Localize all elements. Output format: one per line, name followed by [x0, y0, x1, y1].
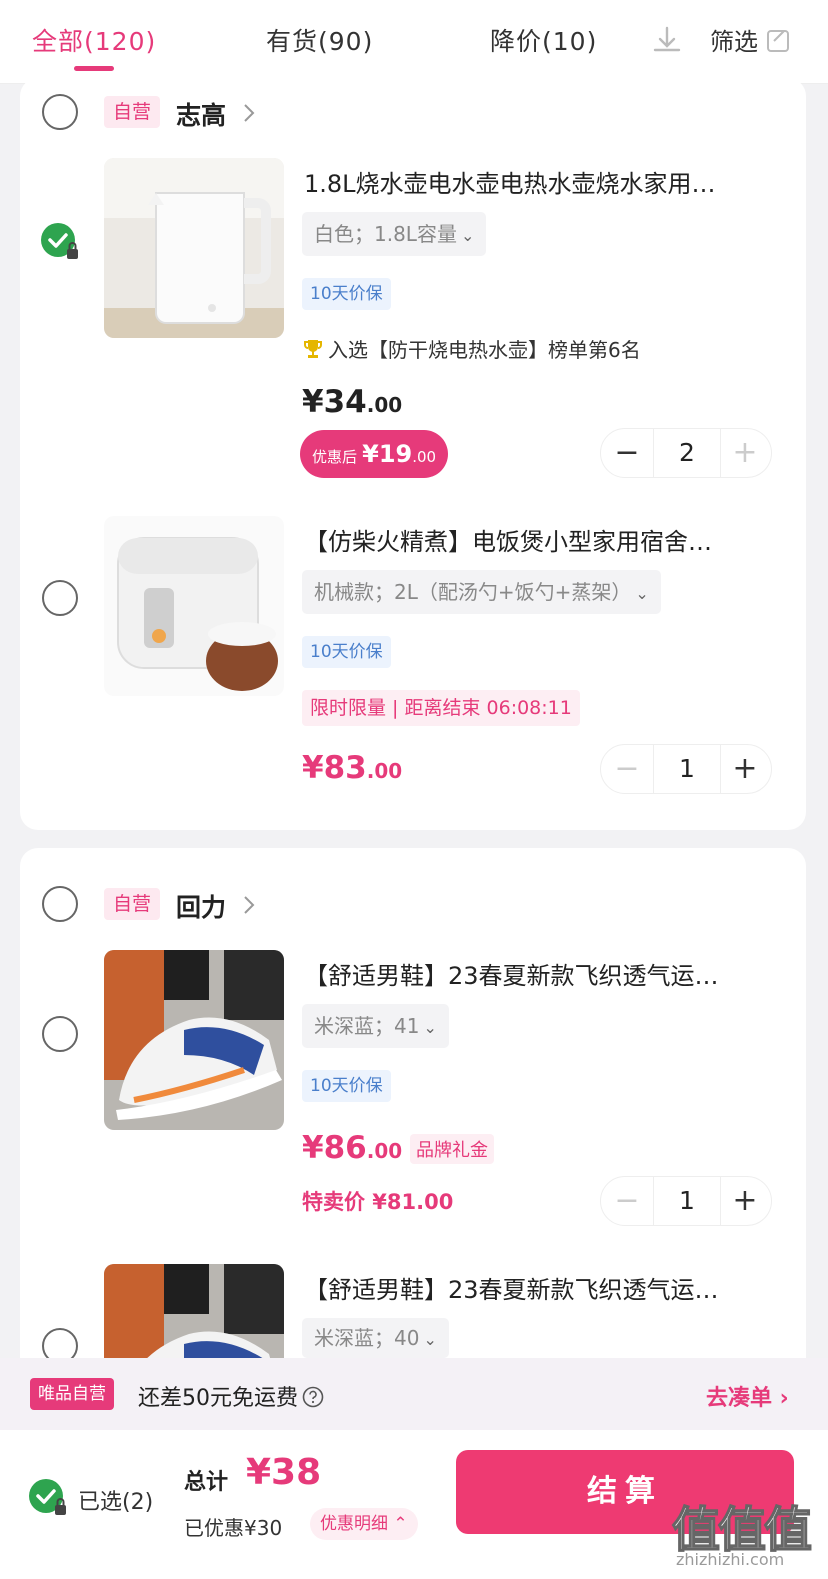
chevron-down-icon: ⌄ — [423, 1018, 437, 1037]
product-title[interactable]: 1.8L烧水壶电水壶电热水壶烧水家用… — [304, 164, 774, 199]
add-more-items-link[interactable]: 去凑单 › — [706, 1380, 789, 1412]
product-title[interactable]: 【舒适男鞋】23春夏新款飞织透气运… — [304, 1270, 774, 1305]
self-operated-tag: 自营 — [104, 96, 161, 128]
tab-in-stock[interactable]: 有货(90) — [266, 22, 373, 58]
quantity-value[interactable]: 2 — [653, 429, 721, 477]
decrease-button[interactable]: − — [601, 1177, 653, 1225]
download-icon[interactable] — [650, 24, 684, 58]
decrease-button[interactable]: − — [601, 429, 653, 477]
quantity-value[interactable]: 1 — [653, 745, 721, 793]
filter-button[interactable]: 筛选 — [650, 20, 820, 64]
spec-text: 白色；1.8L容量 — [314, 222, 457, 246]
self-operated-tag: 自营 — [104, 888, 161, 920]
ranking-text: 入选【防干烧电热水壶】榜单第6名 — [328, 338, 641, 362]
price-guarantee-tag: 10天价保 — [302, 278, 391, 310]
quantity-stepper: − 1 + — [600, 1176, 772, 1226]
chevron-down-icon: ⌄ — [460, 226, 475, 245]
product-image-shoe[interactable] — [104, 950, 284, 1130]
select-all-check-lock-icon[interactable] — [28, 1478, 68, 1518]
product-title[interactable]: 【舒适男鞋】23春夏新款飞织透气运… — [304, 956, 774, 991]
brand-gift-tag: 品牌礼金 — [410, 1134, 494, 1164]
shop-select-radio[interactable] — [42, 94, 78, 130]
spec-selector[interactable]: 机械款；2L（配汤勺+饭勺+蒸架） ⌄ — [302, 570, 661, 614]
product-price: ¥34.00 — [302, 384, 403, 420]
filter-icon — [767, 30, 789, 52]
chevron-right-icon[interactable] — [242, 102, 256, 124]
filter-label: 筛选 — [710, 28, 758, 56]
spec-selector[interactable]: 白色；1.8L容量 ⌄ — [302, 212, 487, 256]
item-select-radio[interactable] — [42, 580, 78, 616]
decrease-button[interactable]: − — [601, 745, 653, 793]
product-price: ¥83.00 — [302, 750, 403, 786]
watermark-url: zhizhizhi.com — [676, 1550, 785, 1569]
spec-text: 米深蓝；40 — [314, 1326, 420, 1350]
quantity-stepper: − 1 + — [600, 744, 772, 794]
increase-button[interactable]: + — [719, 1177, 771, 1225]
free-shipping-bar: 唯品自营 还差50元免运费 去凑单 › — [0, 1358, 828, 1430]
total-label: 总计 — [184, 1470, 229, 1495]
price-guarantee-tag: 10天价保 — [302, 1070, 391, 1102]
item-select-radio[interactable] — [42, 1016, 78, 1052]
shop-select-radio[interactable] — [42, 886, 78, 922]
price-guarantee-tag: 10天价保 — [302, 636, 391, 668]
tab-price-drop[interactable]: 降价(10) — [490, 22, 597, 58]
increase-button[interactable]: + — [719, 429, 771, 477]
selected-count[interactable]: 已选(2) — [78, 1484, 153, 1516]
vip-self-operated-tag: 唯品自营 — [30, 1378, 114, 1410]
tab-all[interactable]: 全部(120) — [32, 22, 156, 58]
filter-tab-bar: 全部(120) 有货(90) 降价(10) 筛选 — [0, 0, 828, 84]
chevron-down-icon: ⌄ — [423, 1330, 437, 1349]
quantity-stepper: − 2 + — [600, 428, 772, 478]
product-image-kettle[interactable] — [104, 158, 284, 338]
special-sale-price: 特卖价 ¥81.00 — [302, 1190, 454, 1214]
increase-button[interactable]: + — [719, 745, 771, 793]
flash-sale-countdown: 限时限量 | 距离结束 06:08:11 — [302, 690, 580, 726]
spec-selector[interactable]: 米深蓝；40 ⌄ — [302, 1318, 449, 1358]
product-price: ¥86.00 — [302, 1130, 403, 1166]
spec-text: 机械款；2L（配汤勺+饭勺+蒸架） — [314, 580, 632, 604]
free-shipping-text: 还差50元免运费 — [138, 1380, 324, 1412]
product-image-shoe[interactable] — [104, 1264, 284, 1358]
quantity-value[interactable]: 1 — [653, 1177, 721, 1225]
chevron-down-icon: ⌄ — [635, 584, 649, 603]
spec-text: 米深蓝；41 — [314, 1014, 420, 1038]
after-discount-price: 优惠后 ¥19.00 — [300, 430, 449, 478]
check-lock-icon[interactable] — [40, 222, 80, 262]
chevron-right-icon[interactable] — [242, 894, 256, 916]
saved-amount: 已优惠¥30 — [184, 1516, 283, 1540]
total-amount: ¥38 — [246, 1452, 322, 1493]
discount-detail-button[interactable]: 优惠明细 ⌃ — [310, 1508, 418, 1540]
trophy-icon — [304, 340, 322, 358]
ranking-note[interactable]: 入选【防干烧电热水壶】榜单第6名 — [302, 334, 641, 363]
active-tab-indicator — [74, 66, 114, 71]
help-icon[interactable] — [302, 1386, 324, 1408]
shop-name[interactable]: 回力 — [176, 888, 226, 924]
spec-selector[interactable]: 米深蓝；41 ⌄ — [302, 1004, 449, 1048]
shop-name[interactable]: 志高 — [176, 96, 226, 132]
product-image-rice-cooker[interactable] — [104, 516, 284, 696]
product-title[interactable]: 【仿柴火精煮】电饭煲小型家用宿舍… — [304, 522, 774, 557]
